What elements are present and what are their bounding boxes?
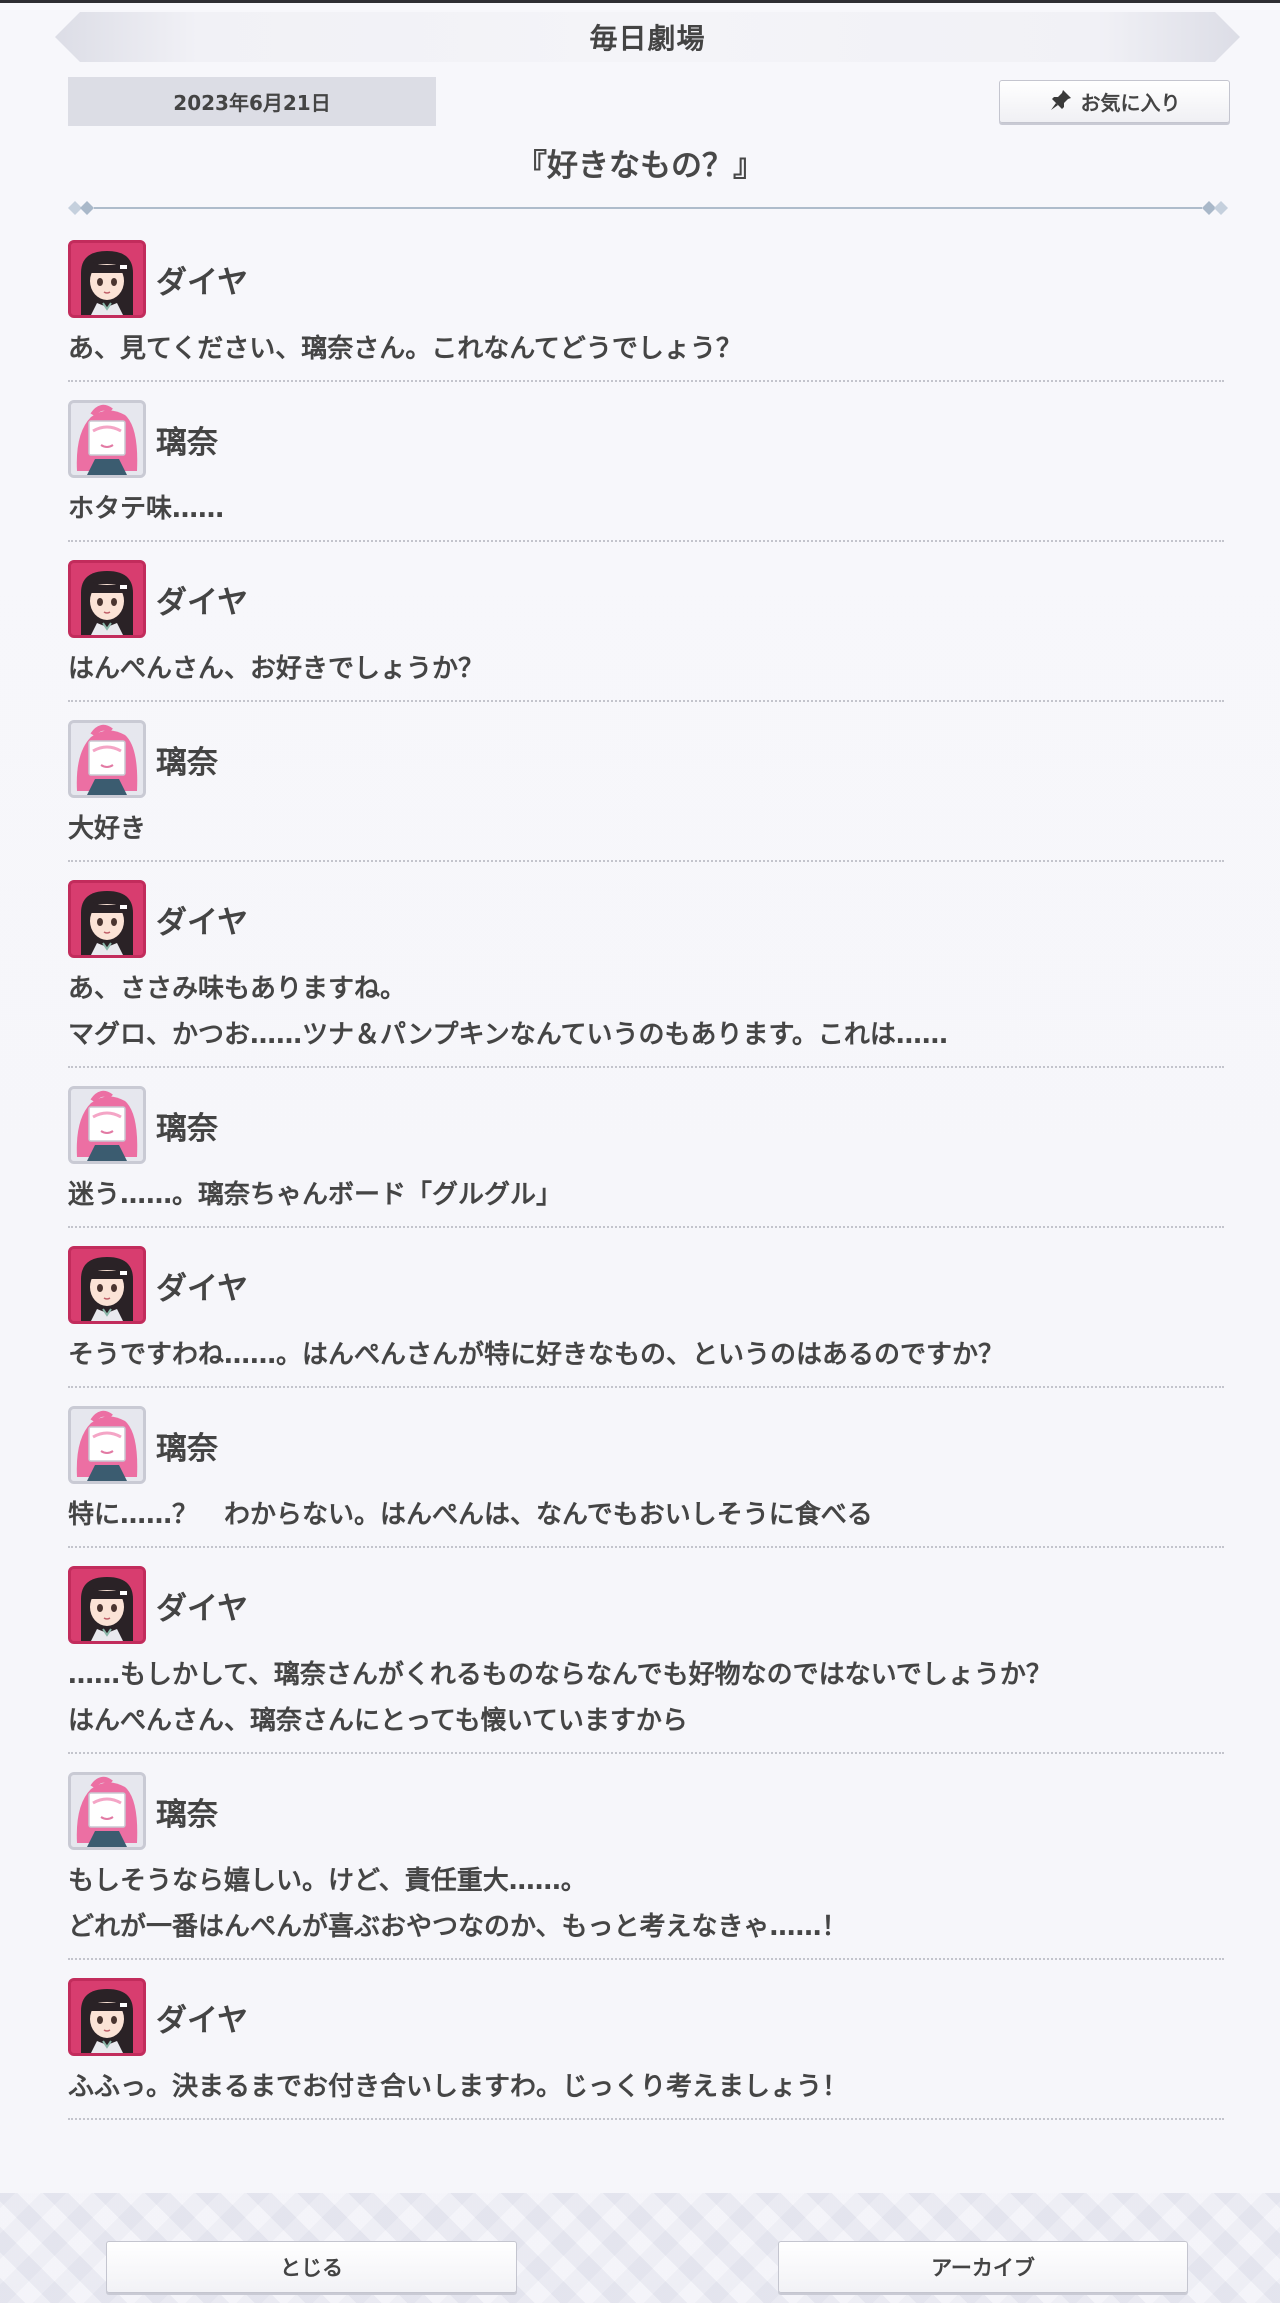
dialogue-line: マグロ、かつお……ツナ＆パンプキンなんていうのもあります。これは……: [68, 1020, 948, 1050]
close-label: とじる: [280, 2256, 343, 2280]
speaker-row: 璃奈: [68, 1086, 1224, 1164]
speaker-row: 璃奈: [68, 720, 1224, 798]
avatar-rina: [68, 1772, 146, 1850]
speaker-row: ダイヤ: [68, 1566, 1224, 1644]
dotted-divider: [68, 1752, 1224, 1754]
dialogue-line: はんぺんさん、璃奈さんにとっても懐いていますから: [68, 1706, 688, 1736]
speaker-row: 璃奈: [68, 1772, 1224, 1850]
avatar-rina: [68, 1086, 146, 1164]
speaker-row: ダイヤ: [68, 1246, 1224, 1324]
dotted-divider: [68, 1958, 1224, 1960]
dialogue-line: はんぺんさん、お好きでしょうか？: [68, 654, 485, 684]
speaker-row: ダイヤ: [68, 880, 1224, 958]
dialogue-entry: ダイヤあ、見てください、璃奈さん。これなんてどうでしょう？: [68, 240, 1224, 382]
dotted-divider: [68, 1386, 1224, 1388]
speaker-name: 璃奈: [156, 424, 218, 461]
dialogue-entry: 璃奈大好き: [68, 720, 1224, 862]
dialogue-line: 特に……？ わからない。はんぺんは、なんでもおいしそうに食べる: [68, 1500, 873, 1530]
pin-icon: [1049, 88, 1073, 116]
dialogue-entry: 璃奈もしそうなら嬉しい。けど、責任重大……。どれが一番はんぺんが喜ぶおやつなのか…: [68, 1772, 1224, 1960]
speaker-name: ダイヤ: [156, 584, 249, 621]
dotted-divider: [68, 1066, 1224, 1068]
speaker-name: 璃奈: [156, 1110, 218, 1147]
dialogue-lines: あ、見てください、璃奈さん。これなんてどうでしょう？: [68, 326, 1224, 372]
dialogue-entry: 璃奈ホタテ味……: [68, 400, 1224, 542]
dialogue-lines: 特に……？ わからない。はんぺんは、なんでもおいしそうに食べる: [68, 1492, 1224, 1538]
dialogue-lines: はんぺんさん、お好きでしょうか？: [68, 646, 1224, 692]
status-strip: [0, 0, 1280, 3]
dialogue-entry: ダイヤあ、ささみ味もありますね。マグロ、かつお……ツナ＆パンプキンなんていうのも…: [68, 880, 1224, 1068]
dialogue-entry: 璃奈迷う……。璃奈ちゃんボード「グルグル」: [68, 1086, 1224, 1228]
dialogue-entry: 璃奈特に……？ わからない。はんぺんは、なんでもおいしそうに食べる: [68, 1406, 1224, 1548]
dotted-divider: [68, 2118, 1224, 2120]
avatar-rina: [68, 1406, 146, 1484]
speaker-name: 璃奈: [156, 1430, 218, 1467]
avatar-dia: [68, 1246, 146, 1324]
speaker-name: ダイヤ: [156, 904, 249, 941]
dialogue-lines: そうですわね……。はんぺんさんが特に好きなもの、というのはあるのですか？: [68, 1332, 1224, 1378]
avatar-dia: [68, 560, 146, 638]
dialogue-line: どれが一番はんぺんが喜ぶおやつなのか、もっと考えなきゃ……！: [68, 1912, 848, 1942]
archive-button[interactable]: アーカイブ: [778, 2241, 1188, 2293]
speaker-name: 璃奈: [156, 1796, 218, 1833]
dialogue-line: 迷う……。璃奈ちゃんボード「グルグル」: [68, 1180, 563, 1210]
dialogue-line: そうですわね……。はんぺんさんが特に好きなもの、というのはあるのですか？: [68, 1340, 1005, 1370]
title-divider: [68, 201, 1228, 215]
dialogue-line: 大好き: [68, 814, 147, 844]
avatar-dia: [68, 240, 146, 318]
dotted-divider: [68, 700, 1224, 702]
dialogue-lines: あ、ささみ味もありますね。マグロ、かつお……ツナ＆パンプキンなんていうのもありま…: [68, 966, 1224, 1058]
episode-title: 『好きなもの？』: [516, 148, 764, 184]
favorite-label: お気に入り: [1080, 91, 1181, 115]
favorite-button[interactable]: お気に入り: [999, 80, 1230, 123]
speaker-name: ダイヤ: [156, 1270, 249, 1307]
speaker-row: ダイヤ: [68, 1978, 1224, 2056]
page-title: 毎日劇場: [589, 22, 706, 55]
dialogue-line: あ、見てください、璃奈さん。これなんてどうでしょう？: [68, 334, 742, 364]
dialogue-list: ダイヤ あ、見てください、璃奈さん。これなんてどうでしょう？ 璃奈 ホタテ味…… ダイヤ…: [68, 240, 1224, 2120]
dialogue-lines: 迷う……。璃奈ちゃんボード「グルグル」: [68, 1172, 1224, 1218]
dialogue-entry: ダイヤそうですわね……。はんぺんさんが特に好きなもの、というのはあるのですか？: [68, 1246, 1224, 1388]
dialogue-lines: ふふっ。決まるまでお付き合いしますわ。じっくり考えましょう！: [68, 2064, 1224, 2110]
speaker-row: 璃奈: [68, 1406, 1224, 1484]
dotted-divider: [68, 540, 1224, 542]
speaker-name: ダイヤ: [156, 1590, 249, 1627]
avatar-rina: [68, 720, 146, 798]
dialogue-lines: ホタテ味……: [68, 486, 1224, 532]
dialogue-lines: 大好き: [68, 806, 1224, 852]
avatar-dia: [68, 1566, 146, 1644]
date-text: 2023年6月21日: [173, 91, 331, 115]
speaker-row: ダイヤ: [68, 240, 1224, 318]
dialogue-lines: ……もしかして、璃奈さんがくれるものならなんでも好物なのではないでしょうか？ はん…: [68, 1652, 1224, 1744]
dotted-divider: [68, 1546, 1224, 1548]
speaker-row: 璃奈: [68, 400, 1224, 478]
dialogue-line: ……もしかして、璃奈さんがくれるものならなんでも好物なのではないでしょうか？: [68, 1660, 1052, 1690]
dotted-divider: [68, 380, 1224, 382]
dialogue-line: ふふっ。決まるまでお付き合いしますわ。じっくり考えましょう！: [68, 2072, 849, 2102]
speaker-name: ダイヤ: [156, 2002, 249, 2039]
avatar-dia: [68, 1978, 146, 2056]
speaker-name: ダイヤ: [156, 264, 249, 301]
dialogue-line: あ、ささみ味もありますね。: [68, 974, 407, 1004]
date-badge: 2023年6月21日: [68, 77, 436, 126]
dotted-divider: [68, 1226, 1224, 1228]
dialogue-entry: ダイヤ ……もしかして、璃奈さんがくれるものならなんでも好物なのではないでしょうか…: [68, 1566, 1224, 1754]
dialogue-line: もしそうなら嬉しい。けど、責任重大……。: [68, 1866, 587, 1896]
dotted-divider: [68, 860, 1224, 862]
archive-label: アーカイブ: [931, 2256, 1035, 2280]
avatar-rina: [68, 400, 146, 478]
dialogue-lines: もしそうなら嬉しい。けど、責任重大……。どれが一番はんぺんが喜ぶおやつなのか、も…: [68, 1858, 1224, 1950]
dialogue-line: ホタテ味……: [68, 494, 225, 524]
header-bar: 毎日劇場: [55, 12, 1240, 62]
speaker-name: 璃奈: [156, 744, 218, 781]
avatar-dia: [68, 880, 146, 958]
dialogue-entry: ダイヤはんぺんさん、お好きでしょうか？: [68, 560, 1224, 702]
speaker-row: ダイヤ: [68, 560, 1224, 638]
dialogue-entry: ダイヤふふっ。決まるまでお付き合いしますわ。じっくり考えましょう！: [68, 1978, 1224, 2120]
close-button[interactable]: とじる: [106, 2241, 517, 2293]
